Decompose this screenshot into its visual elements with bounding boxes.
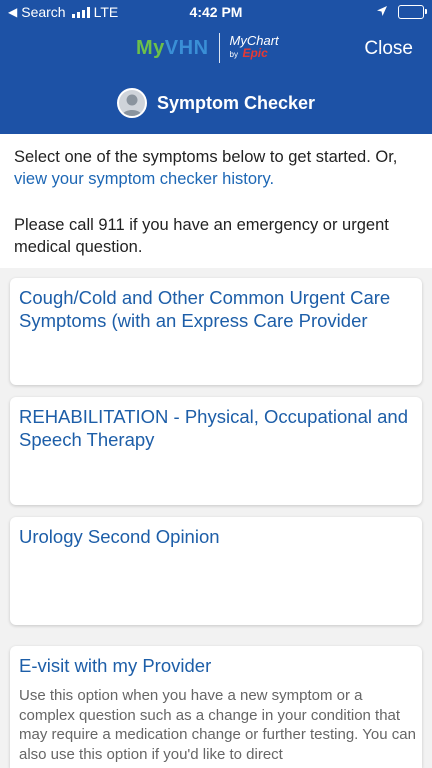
epic-label: Epic — [242, 46, 268, 60]
app-header: ◀ Search LTE 4:42 PM MyVHN MyChart by Ep… — [0, 0, 432, 134]
app-logo: MyVHN MyChart by Epic — [136, 28, 279, 68]
location-icon — [376, 4, 388, 20]
logo-vhn: VHN — [164, 36, 209, 59]
card-title: REHABILITATION - Physical, Occupational … — [19, 406, 408, 450]
card-title: E-visit with my Provider — [19, 655, 212, 676]
intro-section: Select one of the symptoms below to get … — [0, 134, 432, 268]
card-title: Urology Second Opinion — [19, 526, 220, 547]
symptom-card-evisit[interactable]: E-visit with my Provider Use this option… — [10, 646, 422, 768]
symptom-card-cough-cold[interactable]: Cough/Cold and Other Common Urgent Care … — [10, 278, 422, 385]
clock: 4:42 PM — [189, 4, 243, 20]
card-description: Use this option when you have a new symp… — [19, 687, 416, 763]
logo-my: My — [136, 36, 165, 59]
battery-icon — [398, 5, 427, 19]
card-title: Cough/Cold and Other Common Urgent Care … — [19, 287, 391, 331]
logo-divider — [218, 33, 220, 63]
myvhn-logo: MyVHN — [136, 37, 209, 60]
by-label: by — [229, 50, 238, 59]
avatar — [116, 88, 147, 118]
status-bar: ◀ Search LTE 4:42 PM — [0, 0, 432, 24]
history-link[interactable]: view your symptom checker history. — [14, 170, 274, 188]
page-title: Symptom Checker — [156, 92, 316, 113]
status-icons — [376, 4, 427, 20]
title-row: Symptom Checker — [0, 88, 432, 118]
symptom-card-rehabilitation[interactable]: REHABILITATION - Physical, Occupational … — [10, 397, 422, 505]
intro-text: Select one of the symptoms below to get … — [14, 146, 419, 190]
mychart-logo: MyChart by Epic — [229, 34, 279, 61]
symptom-card-urology[interactable]: Urology Second Opinion — [10, 517, 422, 625]
close-button[interactable]: Close — [364, 38, 413, 60]
intro-line: Select one of the symptoms below to get … — [14, 148, 398, 166]
emergency-notice: Please call 911 if you have an emergency… — [14, 216, 389, 256]
